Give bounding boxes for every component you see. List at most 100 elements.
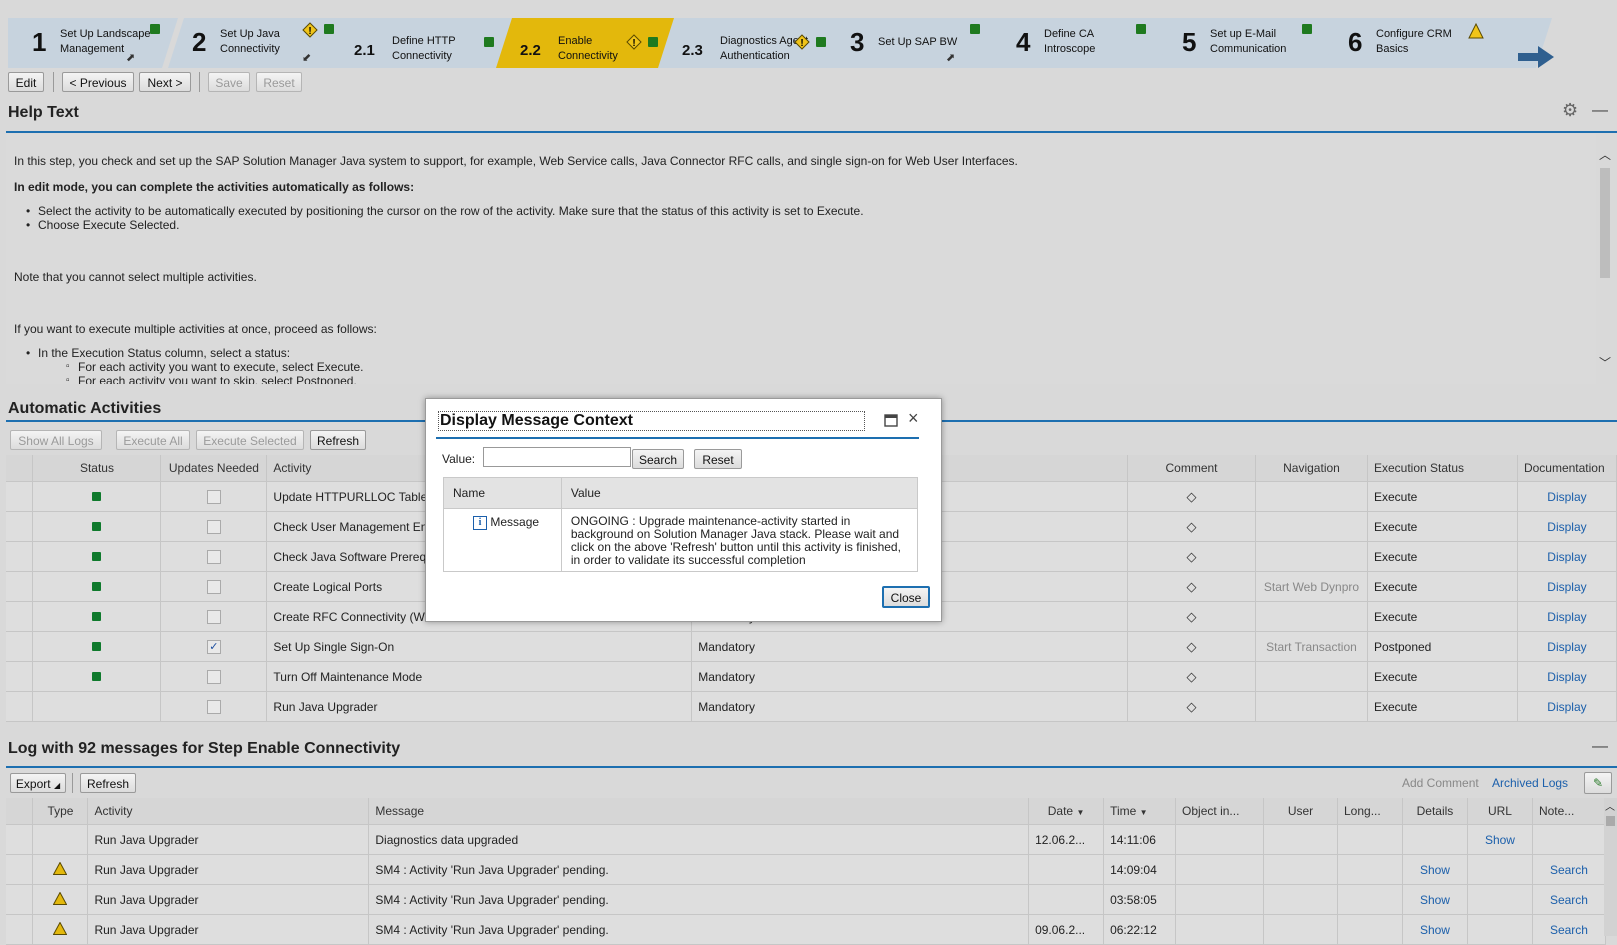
details-link[interactable]: Show	[1402, 854, 1468, 885]
execution-status-cell[interactable]: Execute	[1367, 661, 1518, 692]
scroll-down-icon[interactable]: ﹀	[1599, 354, 1611, 371]
display-link[interactable]: Display	[1517, 661, 1617, 692]
table-row[interactable]: Run Java Upgrader SM4 : Activity 'Run Jav…	[6, 854, 1607, 885]
help-scrollbar[interactable]: ︿ ﹀	[1598, 146, 1612, 372]
table-row[interactable]: Run Java Upgrader SM4 : Activity 'Run Jav…	[6, 884, 1607, 915]
note-link[interactable]: Search	[1532, 854, 1607, 885]
comment-icon[interactable]: ◇	[1187, 549, 1197, 564]
value-input[interactable]	[483, 447, 631, 467]
row-selector[interactable]	[6, 914, 34, 945]
table-row[interactable]: Run Java Upgrader Diagnostics data upgrad…	[6, 824, 1607, 855]
column-header-date[interactable]: Date ▼	[1028, 798, 1105, 825]
execution-status-cell[interactable]: Execute	[1367, 511, 1518, 542]
note-link[interactable]: Search	[1532, 884, 1607, 915]
column-header-activity[interactable]: Activity	[87, 798, 370, 825]
url-link[interactable]	[1467, 884, 1533, 915]
note-link[interactable]: Search	[1532, 914, 1607, 945]
details-link[interactable]	[1402, 824, 1468, 855]
table-row[interactable]: Turn Off Maintenance Mode Mandatory ◇ Execu…	[6, 661, 1617, 692]
comment-icon[interactable]: ◇	[1187, 669, 1197, 684]
column-header-updates[interactable]: Updates Needed	[160, 455, 268, 482]
execution-status-cell[interactable]: Postponed	[1367, 631, 1518, 662]
column-header-status[interactable]: Status	[32, 455, 162, 482]
table-row[interactable]: Run Java Upgrader Mandatory ◇ Execute Displa…	[6, 691, 1617, 722]
archived-logs-link[interactable]: Archived Logs	[1492, 776, 1568, 790]
column-header-time[interactable]: Time ▼	[1103, 798, 1177, 825]
gear-icon[interactable]: ⚙	[1562, 100, 1578, 121]
roadmap-step-2-3[interactable]: 2.3 Diagnostics Agent Authentication !	[658, 18, 844, 68]
navigation-cell[interactable]	[1255, 601, 1368, 632]
column-header-value[interactable]: Value	[561, 477, 918, 509]
execution-status-cell[interactable]: Execute	[1367, 541, 1518, 572]
comment-icon[interactable]: ◇	[1187, 639, 1197, 654]
scroll-up-icon[interactable]: ︿	[1599, 146, 1611, 163]
navigation-cell[interactable]	[1255, 691, 1368, 722]
navigation-cell[interactable]: Start Transaction	[1255, 631, 1368, 662]
display-link[interactable]: Display	[1517, 601, 1617, 632]
roadmap-step-2-1[interactable]: 2.1 Define HTTP Connectivity	[330, 18, 514, 68]
expand-arrow-icon[interactable]: ⬈	[946, 51, 955, 64]
column-header-note[interactable]: Note...	[1532, 798, 1607, 825]
show-all-logs-button[interactable]: Show All Logs	[10, 430, 102, 450]
updates-needed-checkbox[interactable]: ✓	[206, 639, 221, 654]
display-link[interactable]: Display	[1517, 511, 1617, 542]
display-link[interactable]: Display	[1517, 481, 1617, 512]
url-link[interactable]	[1467, 854, 1533, 885]
updates-needed-checkbox[interactable]	[206, 489, 221, 504]
row-selector[interactable]	[6, 601, 34, 632]
roadmap-step-4[interactable]: 4 Define CA Introscope	[992, 18, 1176, 68]
display-link[interactable]: Display	[1517, 571, 1617, 602]
roadmap-step-5[interactable]: 5 Set up E-Mail Communication	[1158, 18, 1342, 68]
updates-needed-checkbox[interactable]	[206, 519, 221, 534]
url-link[interactable]: Show	[1467, 824, 1533, 855]
row-selector[interactable]	[6, 854, 34, 885]
minimize-icon[interactable]: —	[1592, 102, 1608, 120]
next-steps-arrow-icon[interactable]	[1518, 46, 1554, 68]
scroll-up-icon[interactable]: ︿	[1605, 798, 1615, 813]
note-link[interactable]	[1532, 824, 1607, 855]
updates-needed-checkbox[interactable]	[206, 549, 221, 564]
row-selector[interactable]	[6, 691, 34, 722]
row-selector[interactable]	[6, 481, 34, 512]
comment-icon[interactable]: ◇	[1187, 579, 1197, 594]
next-button[interactable]: Next >	[139, 72, 191, 92]
column-header-url[interactable]: URL	[1467, 798, 1533, 825]
comment-icon[interactable]: ◇	[1187, 609, 1197, 624]
execute-selected-button[interactable]: Execute Selected	[196, 430, 304, 450]
export-button[interactable]: Export ◢	[10, 773, 66, 793]
dialog-reset-button[interactable]: Reset	[694, 449, 742, 469]
comment-icon[interactable]: ◇	[1187, 489, 1197, 504]
column-header-execution-status[interactable]: Execution Status	[1367, 455, 1518, 482]
collapse-arrow-icon[interactable]: ⬋	[302, 51, 311, 64]
dialog-search-button[interactable]: Search	[632, 449, 684, 469]
maximize-icon[interactable]	[884, 414, 898, 427]
roadmap-step-3[interactable]: 3 Set Up SAP BW ⬈	[826, 18, 1010, 68]
minimize-icon[interactable]: —	[1592, 738, 1608, 756]
roadmap-step-1[interactable]: 1 Set Up Landscape Management ⬈	[8, 18, 178, 68]
expand-arrow-icon[interactable]: ⬈	[126, 51, 135, 64]
row-selector[interactable]	[6, 824, 34, 855]
column-header-comment[interactable]: Comment	[1127, 455, 1256, 482]
scroll-thumb[interactable]	[1600, 168, 1610, 278]
comment-icon[interactable]: ◇	[1187, 699, 1197, 714]
scroll-thumb[interactable]	[1606, 816, 1615, 826]
row-selector[interactable]	[6, 884, 34, 915]
table-row[interactable]: ✓ Set Up Single Sign-On Mandatory ◇ Start Tr…	[6, 631, 1617, 662]
column-header-user[interactable]: User	[1263, 798, 1338, 825]
execution-status-cell[interactable]: Execute	[1367, 601, 1518, 632]
column-header-documentation[interactable]: Documentation	[1517, 455, 1617, 482]
refresh-button[interactable]: Refresh	[310, 430, 366, 450]
roadmap-step-2[interactable]: 2 Set Up Java Connectivity ! ⬋	[168, 18, 348, 68]
execution-status-cell[interactable]: Execute	[1367, 481, 1518, 512]
row-selector[interactable]	[6, 511, 34, 542]
navigation-cell[interactable]	[1255, 481, 1368, 512]
execution-status-cell[interactable]: Execute	[1367, 571, 1518, 602]
execute-all-button[interactable]: Execute All	[116, 430, 190, 450]
display-link[interactable]: Display	[1517, 541, 1617, 572]
navigation-cell[interactable]	[1255, 511, 1368, 542]
updates-needed-checkbox[interactable]	[206, 669, 221, 684]
row-selector[interactable]	[6, 661, 34, 692]
personalize-button[interactable]: ✎	[1584, 772, 1612, 794]
filter-icon[interactable]: ▼	[1076, 808, 1084, 817]
comment-icon[interactable]: ◇	[1187, 519, 1197, 534]
